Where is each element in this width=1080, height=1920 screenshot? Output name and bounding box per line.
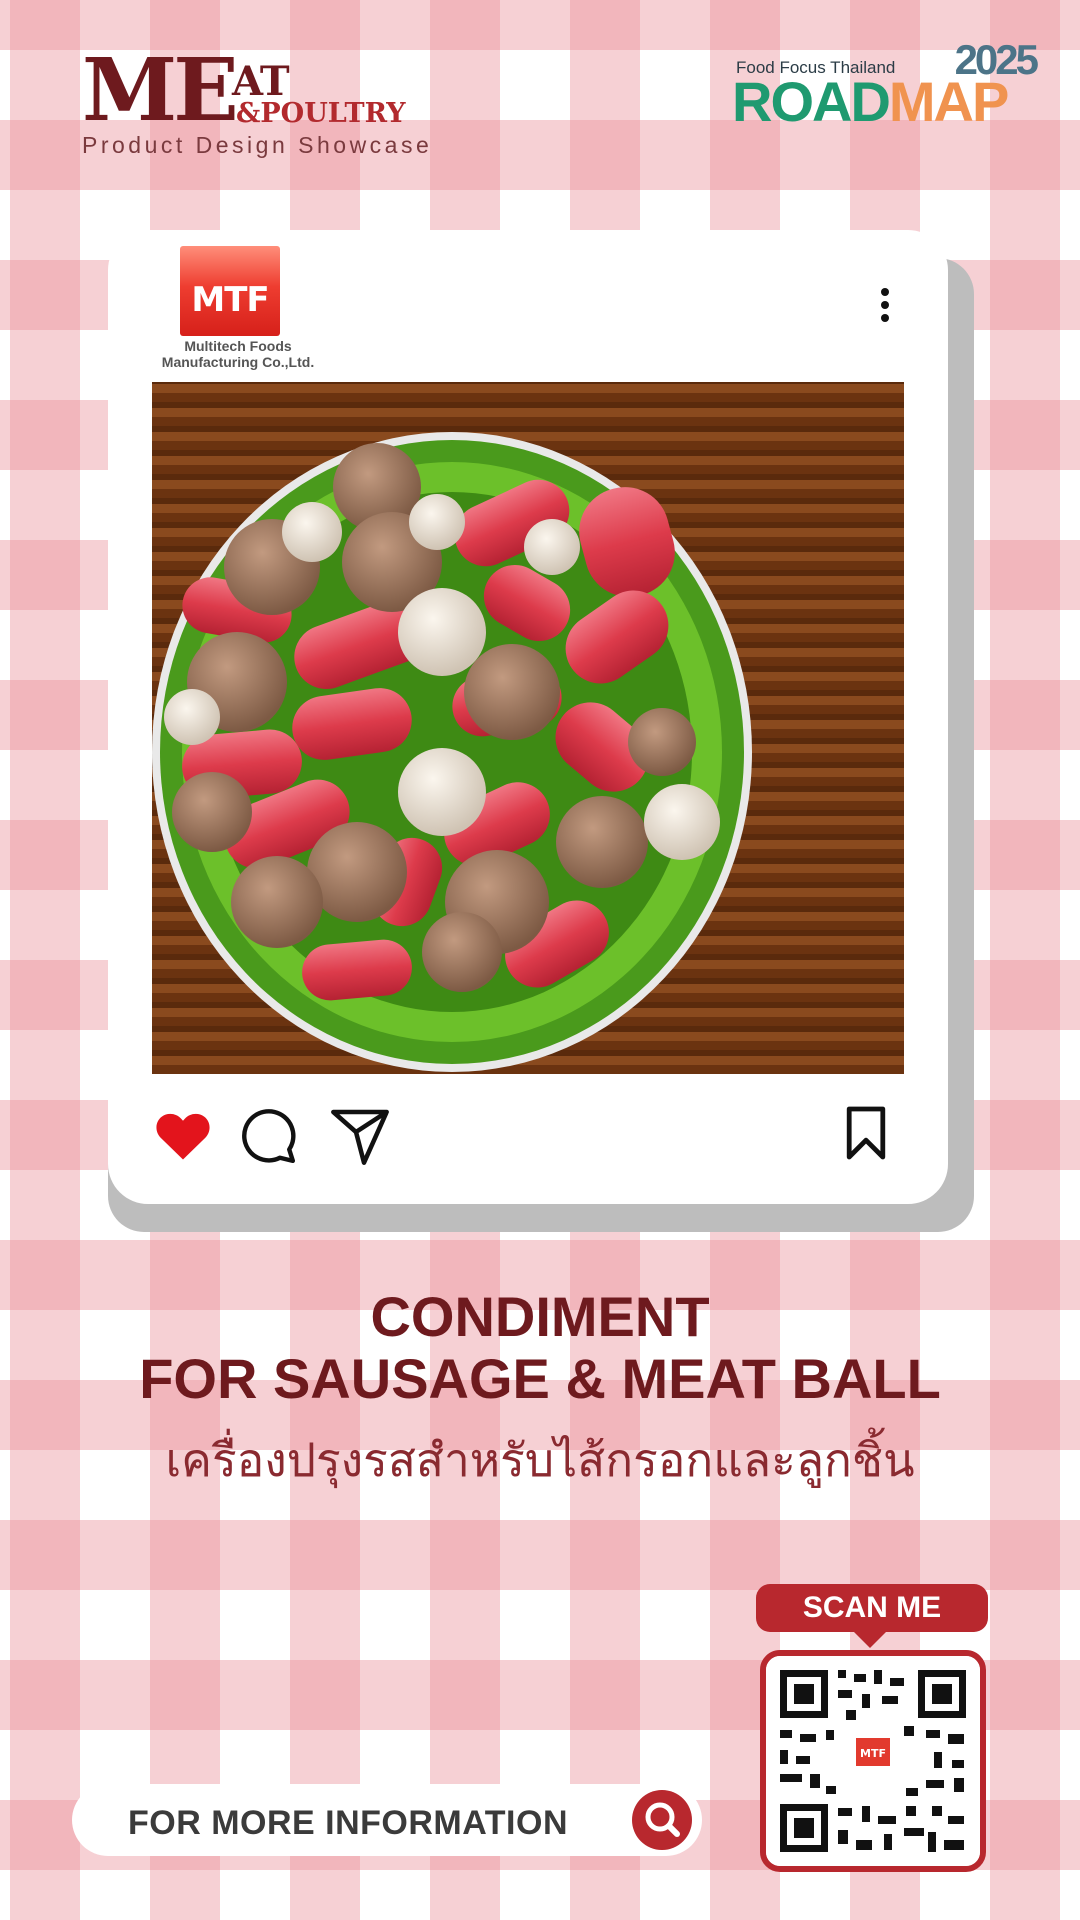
brand-tagline: Product Design Showcase: [82, 132, 433, 158]
search-icon[interactable]: [632, 1790, 692, 1850]
mtf-logo-mark: MTF: [180, 246, 280, 336]
comment-icon[interactable]: [236, 1104, 298, 1171]
qr-code[interactable]: MTF: [760, 1650, 986, 1872]
roadmap-wordmark: ROADMAP: [732, 74, 1009, 130]
company-name: Multitech Foods Manufacturing Co.,Ltd.: [138, 338, 338, 370]
sausage-meatball-plate-image: [152, 432, 752, 1072]
qr-logo-text: MTF: [860, 1747, 886, 1760]
qr-code-image: MTF: [766, 1656, 980, 1866]
product-title-thai: เครื่องปรุงรสสำหรับไส้กรอกและลูกชิ้น: [165, 1434, 915, 1486]
heart-icon[interactable]: [152, 1104, 214, 1171]
more-info-label: FOR MORE INFORMATION: [128, 1804, 568, 1842]
post-card: MTF Multitech Foods Manufacturing Co.,Lt…: [108, 230, 948, 1204]
product-title-block: CONDIMENT FOR SAUSAGE & MEAT BALL เครื่อ…: [0, 1286, 1080, 1490]
bookmark-icon[interactable]: [842, 1104, 890, 1167]
post-actions: [152, 1104, 904, 1178]
scan-me-badge: SCAN ME: [756, 1584, 988, 1648]
company-logo: MTF Multitech Foods Manufacturing Co.,Lt…: [138, 246, 338, 370]
brand-poultry: &POULTRY: [236, 98, 406, 129]
more-info-bar[interactable]: FOR MORE INFORMATION: [72, 1784, 702, 1856]
more-vertical-icon[interactable]: [880, 288, 890, 328]
company-name-line2: Manufacturing Co.,Ltd.: [161, 354, 315, 370]
roadmap-logo: Food Focus Thailand 2025 ROADMAP: [732, 36, 1039, 130]
meat-poultry-logo: ME AT &POULTRY Product Design Showcase: [82, 40, 502, 162]
roadmap-map: MAP: [888, 70, 1009, 133]
mtf-logo-text: MTF: [191, 280, 269, 320]
product-title-line2: FOR SAUSAGE & MEAT BALL: [139, 1347, 941, 1410]
company-name-line1: Multitech Foods: [184, 338, 292, 354]
brand-me: ME: [82, 40, 239, 141]
product-title-line1: CONDIMENT: [370, 1285, 710, 1348]
send-icon[interactable]: [328, 1104, 392, 1173]
roadmap-road: ROAD: [732, 70, 891, 133]
product-photo: [152, 382, 904, 1074]
